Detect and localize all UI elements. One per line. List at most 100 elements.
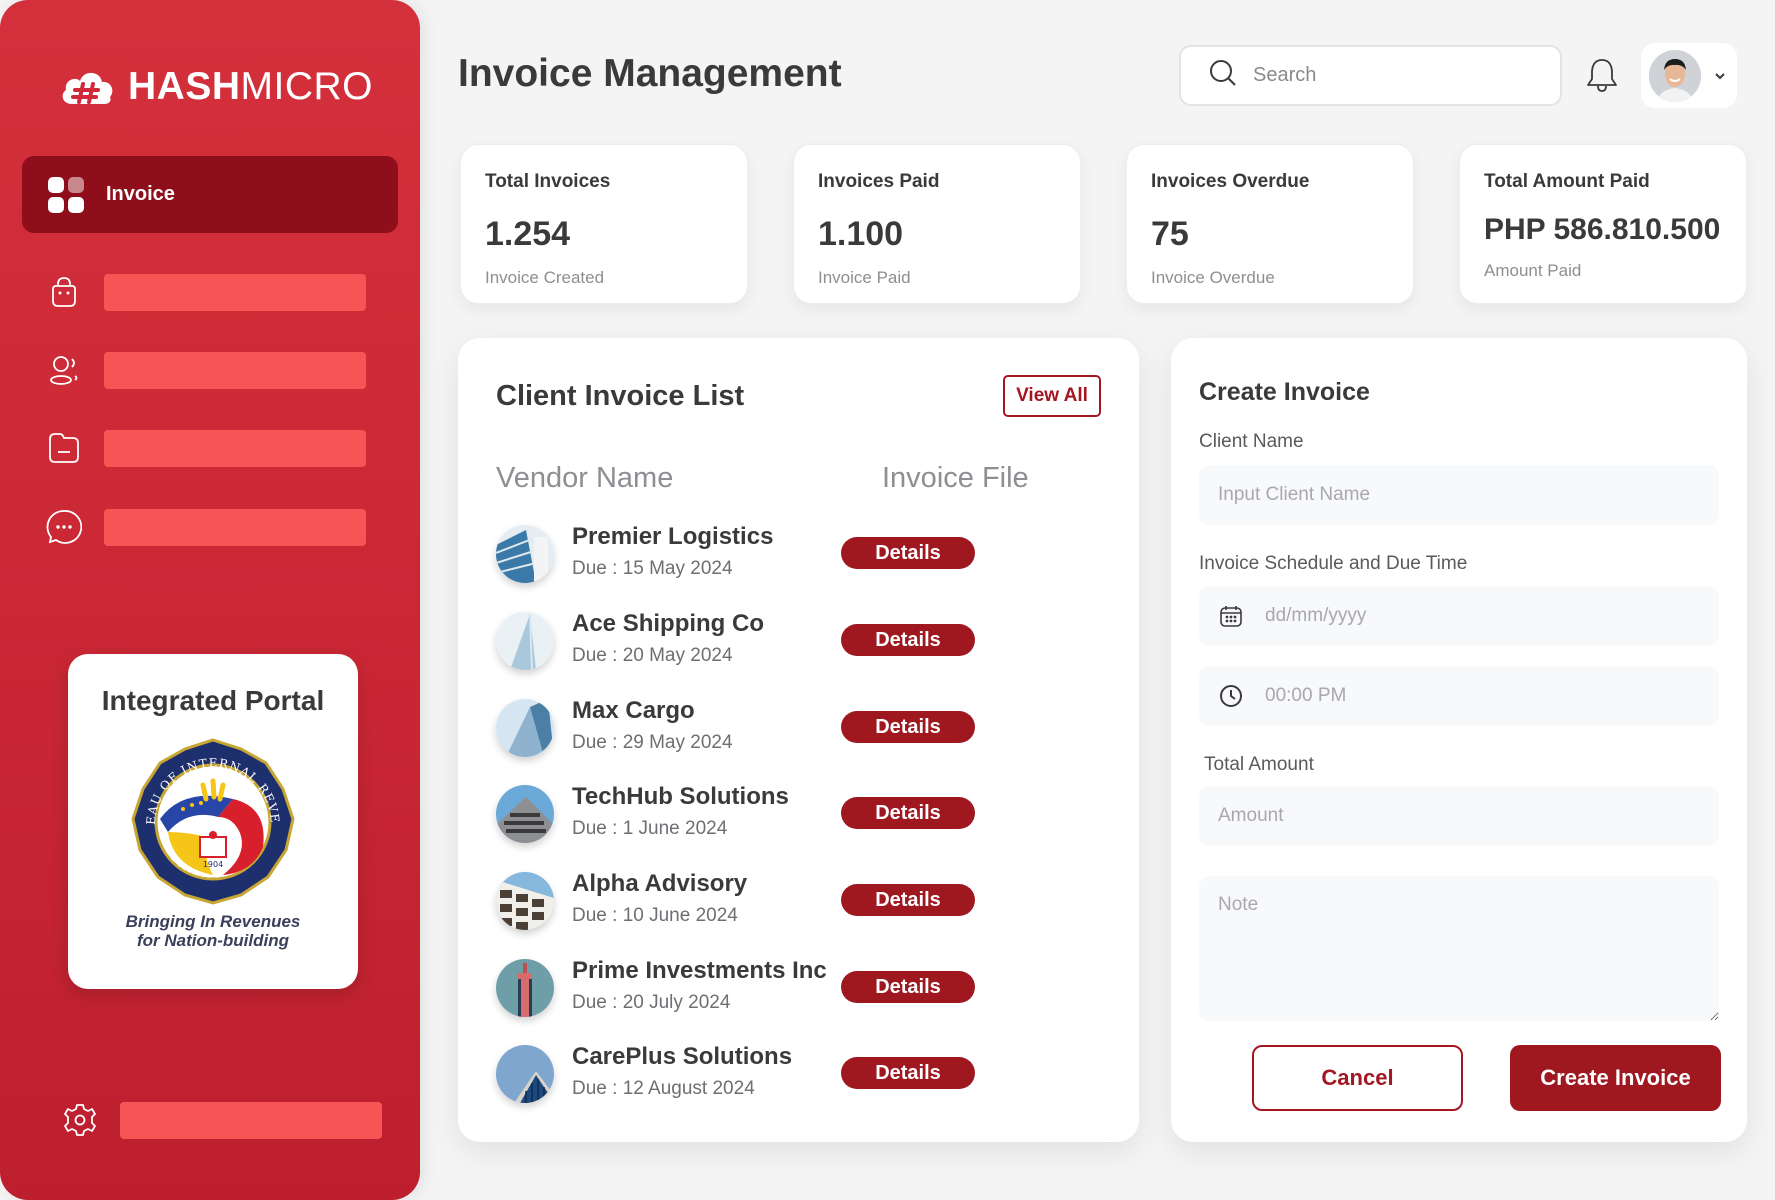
sidebar-item-shopping[interactable] — [44, 272, 374, 312]
chevron-down-icon — [1715, 72, 1725, 79]
sidebar-item-messages[interactable] — [44, 507, 374, 547]
details-button[interactable]: Details — [841, 1057, 975, 1089]
due-date: Due : 20 July 2024 — [572, 992, 731, 1013]
vendor-thumbnail — [496, 612, 554, 670]
view-all-button[interactable]: View All — [1003, 375, 1101, 417]
sidebar-item-placeholder — [104, 351, 366, 389]
stat-title: Total Amount Paid — [1484, 171, 1650, 192]
cloud-hash-icon — [62, 72, 113, 104]
stat-value: PHP 586.810.500 — [1484, 213, 1721, 246]
total-amount-label: Total Amount — [1204, 754, 1314, 775]
details-button[interactable]: Details — [841, 537, 975, 569]
avatar — [1649, 49, 1701, 102]
stat-card-total-invoices: Total Invoices 1.254 Invoice Created — [460, 144, 748, 304]
shopping-bag-icon — [44, 272, 84, 312]
stat-subtitle: Invoice Paid — [818, 268, 911, 287]
note-textarea[interactable] — [1199, 876, 1719, 1021]
chat-bubble-icon — [44, 507, 84, 547]
portal-title: Integrated Portal — [101, 685, 325, 716]
amount-input[interactable] — [1199, 786, 1719, 846]
client-invoice-list-panel: Client Invoice List View All Vendor Name… — [458, 338, 1139, 1142]
stat-card-total-amount-paid: Total Amount Paid PHP 586.810.500 Amount… — [1459, 144, 1747, 304]
integrated-portal-card[interactable]: Integrated Portal BUREAU OF INTERNAL REV… — [68, 654, 358, 989]
brand-logo[interactable]: HASHMICRO — [58, 64, 373, 110]
client-name-input[interactable] — [1199, 465, 1719, 525]
sidebar-item-invoice[interactable]: Invoice — [22, 156, 398, 233]
vendor-thumbnail — [496, 959, 554, 1017]
vendor-thumbnail — [496, 872, 554, 930]
stat-title: Invoices Paid — [818, 171, 940, 192]
stat-card-invoices-overdue: Invoices Overdue 75 Invoice Overdue — [1126, 144, 1414, 304]
stat-title: Total Invoices — [485, 171, 611, 192]
invoice-row: Alpha Advisory Due : 10 June 2024 Details — [496, 870, 1096, 936]
panel-title: Create Invoice — [1199, 378, 1370, 406]
sidebar-item-placeholder — [104, 429, 366, 467]
details-button[interactable]: Details — [841, 797, 975, 829]
due-date: Due : 12 August 2024 — [572, 1078, 755, 1099]
due-date-input[interactable] — [1199, 586, 1719, 646]
vendor-name: TechHub Solutions — [572, 783, 789, 810]
user-menu[interactable] — [1641, 43, 1737, 108]
vendor-thumbnail — [496, 699, 554, 757]
client-name-label: Client Name — [1199, 431, 1304, 452]
bell-icon — [1587, 59, 1617, 92]
grid-icon — [48, 176, 84, 213]
details-button[interactable]: Details — [841, 971, 975, 1003]
vendor-name: CarePlus Solutions — [572, 1043, 793, 1070]
vendor-name: Premier Logistics — [572, 523, 774, 550]
invoice-row: Prime Investments Inc Due : 20 July 2024 D… — [496, 957, 1096, 1023]
sidebar-item-placeholder — [120, 1101, 382, 1139]
users-icon — [44, 350, 84, 390]
due-time-input[interactable] — [1199, 666, 1719, 726]
vendor-thumbnail — [496, 525, 554, 583]
vendor-name: Max Cargo — [572, 697, 695, 724]
cancel-button[interactable]: Cancel — [1252, 1045, 1463, 1111]
create-invoice-button[interactable]: Create Invoice — [1510, 1045, 1721, 1111]
vendor-thumbnail — [496, 785, 554, 843]
due-date: Due : 20 May 2024 — [572, 645, 733, 666]
vendor-thumbnail — [496, 1045, 554, 1103]
details-button[interactable]: Details — [841, 624, 975, 656]
gear-icon — [60, 1100, 100, 1140]
stat-subtitle: Amount Paid — [1484, 261, 1582, 280]
invoice-row: TechHub Solutions Due : 1 June 2024 Detail… — [496, 783, 1096, 849]
sidebar-item-label: Invoice — [106, 183, 175, 205]
sidebar-item-settings[interactable] — [60, 1100, 400, 1140]
invoice-row: Premier Logistics Due : 15 May 2024 Detail… — [496, 523, 1096, 589]
due-date: Due : 1 June 2024 — [572, 818, 728, 839]
search-icon — [1209, 59, 1237, 92]
column-header-invoice-file: Invoice File — [882, 462, 1029, 494]
svg-text:1904: 1904 — [203, 860, 223, 869]
stat-value: 1.254 — [485, 215, 571, 253]
schedule-label: Invoice Schedule and Due Time — [1199, 553, 1468, 574]
folder-icon — [44, 428, 84, 468]
bir-seal-logo: BUREAU OF INTERNAL REVENUE PHILIPPINES 1… — [122, 726, 295, 905]
sidebar-item-files[interactable] — [44, 428, 374, 468]
notifications-button[interactable] — [1585, 57, 1619, 93]
stat-value: 75 — [1151, 215, 1189, 253]
search-input[interactable] — [1253, 64, 1533, 87]
due-date: Due : 15 May 2024 — [572, 558, 733, 579]
portal-tagline: Bringing In Revenues for Nation-building — [125, 912, 301, 950]
vendor-name: Alpha Advisory — [572, 870, 748, 897]
due-date: Due : 29 May 2024 — [572, 732, 733, 753]
brand-name: HASHMICRO — [128, 65, 374, 108]
sidebar-item-placeholder — [104, 508, 366, 546]
due-date: Due : 10 June 2024 — [572, 905, 738, 926]
page-title: Invoice Management — [458, 52, 842, 95]
sidebar-item-placeholder — [104, 273, 366, 311]
sidebar-item-users[interactable] — [44, 350, 374, 390]
vendor-name: Prime Investments Inc — [572, 957, 827, 984]
invoice-row: CarePlus Solutions Due : 12 August 2024 De… — [496, 1043, 1096, 1109]
details-button[interactable]: Details — [841, 711, 975, 743]
details-button[interactable]: Details — [841, 884, 975, 916]
stat-subtitle: Invoice Overdue — [1151, 268, 1275, 287]
stat-title: Invoices Overdue — [1151, 171, 1310, 192]
search-box[interactable] — [1179, 45, 1562, 106]
create-invoice-panel: Create Invoice Client Name Invoice Sched… — [1171, 338, 1747, 1142]
stat-card-invoices-paid: Invoices Paid 1.100 Invoice Paid — [793, 144, 1081, 304]
stat-value: 1.100 — [818, 215, 904, 253]
panel-title: Client Invoice List — [496, 380, 745, 412]
vendor-name: Ace Shipping Co — [572, 610, 764, 637]
invoice-row: Max Cargo Due : 29 May 2024 Details — [496, 697, 1096, 763]
